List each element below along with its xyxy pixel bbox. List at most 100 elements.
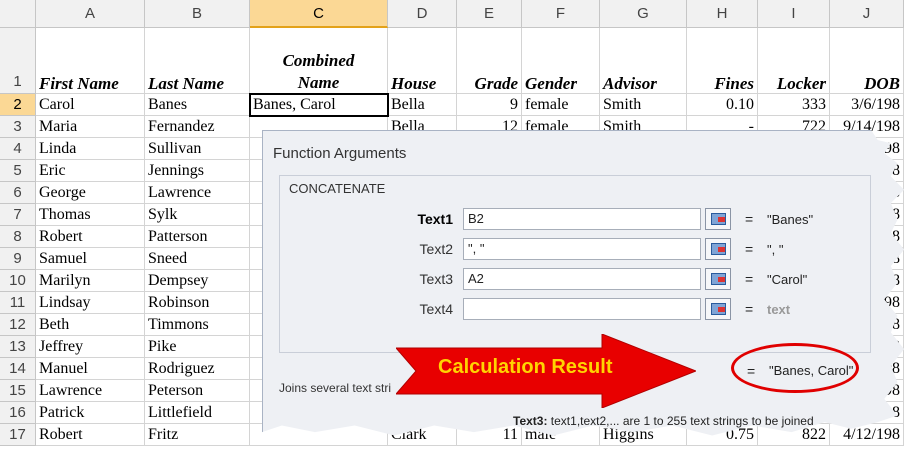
- row-header-10[interactable]: 10: [0, 270, 36, 292]
- cell-a10[interactable]: Marilyn: [36, 270, 145, 292]
- text4-label: Text4: [419, 301, 453, 317]
- cell-a14[interactable]: Manuel: [36, 358, 145, 380]
- cell-a7[interactable]: Thomas: [36, 204, 145, 226]
- text2-input[interactable]: ", ": [463, 238, 701, 260]
- cell-e2[interactable]: 9: [457, 94, 522, 116]
- cell-b8[interactable]: Patterson: [145, 226, 250, 248]
- cell-a11[interactable]: Lindsay: [36, 292, 145, 314]
- cell-a4[interactable]: Linda: [36, 138, 145, 160]
- cell-j17[interactable]: 4/12/198: [830, 424, 904, 446]
- cell-b13[interactable]: Pike: [145, 336, 250, 358]
- cell-b7[interactable]: Sylk: [145, 204, 250, 226]
- cell-a3[interactable]: Maria: [36, 116, 145, 138]
- column-header-i[interactable]: I: [758, 0, 830, 28]
- row-header-11[interactable]: 11: [0, 292, 36, 314]
- header-cell[interactable]: Advisor: [600, 28, 687, 94]
- header-cell[interactable]: DOB: [830, 28, 904, 94]
- header-cell[interactable]: Grade: [457, 28, 522, 94]
- header-cell[interactable]: Last Name: [145, 28, 250, 94]
- column-header-e[interactable]: E: [457, 0, 522, 28]
- column-header-b[interactable]: B: [145, 0, 250, 28]
- collapse-dialog-icon[interactable]: [705, 298, 731, 320]
- row-header-16[interactable]: 16: [0, 402, 36, 424]
- cell-f2[interactable]: female: [522, 94, 600, 116]
- row-header-9[interactable]: 9: [0, 248, 36, 270]
- cell-a15[interactable]: Lawrence: [36, 380, 145, 402]
- column-header-f[interactable]: F: [522, 0, 600, 28]
- column-header-g[interactable]: G: [600, 0, 687, 28]
- cell-b4[interactable]: Sullivan: [145, 138, 250, 160]
- cell-a12[interactable]: Beth: [36, 314, 145, 336]
- row-header-3[interactable]: 3: [0, 116, 36, 138]
- cell-a9[interactable]: Samuel: [36, 248, 145, 270]
- combined-name-header-line1: Combined: [282, 51, 355, 70]
- equals-sign: =: [745, 271, 754, 287]
- row-header-14[interactable]: 14: [0, 358, 36, 380]
- header-cell[interactable]: Gender: [522, 28, 600, 94]
- row-header-8[interactable]: 8: [0, 226, 36, 248]
- calculation-result-label: Calculation Result: [438, 356, 613, 378]
- row-header-4[interactable]: 4: [0, 138, 36, 160]
- cell-b3[interactable]: Fernandez: [145, 116, 250, 138]
- active-cell-selection: [249, 93, 389, 117]
- result-equals-sign: =: [747, 363, 756, 379]
- select-all-corner[interactable]: [0, 0, 36, 28]
- row-header-5[interactable]: 5: [0, 160, 36, 182]
- row-header-12[interactable]: 12: [0, 314, 36, 336]
- row-header-17[interactable]: 17: [0, 424, 36, 446]
- header-cell[interactable]: Locker: [758, 28, 830, 94]
- text4-input[interactable]: [463, 298, 701, 320]
- column-header-d[interactable]: D: [388, 0, 457, 28]
- cell-b9[interactable]: Sneed: [145, 248, 250, 270]
- row-header-7[interactable]: 7: [0, 204, 36, 226]
- header-first-name: First Name: [39, 74, 119, 93]
- collapse-dialog-icon[interactable]: [705, 208, 731, 230]
- cell-b15[interactable]: Peterson: [145, 380, 250, 402]
- cell-a16[interactable]: Patrick: [36, 402, 145, 424]
- cell-a17[interactable]: Robert: [36, 424, 145, 446]
- cell-h2[interactable]: 0.10: [687, 94, 758, 116]
- cell-a13[interactable]: Jeffrey: [36, 336, 145, 358]
- equals-sign: =: [745, 211, 754, 227]
- cell-b12[interactable]: Timmons: [145, 314, 250, 336]
- cell-a5[interactable]: Eric: [36, 160, 145, 182]
- text1-input[interactable]: B2: [463, 208, 701, 230]
- column-header-h[interactable]: H: [687, 0, 758, 28]
- cell-b11[interactable]: Robinson: [145, 292, 250, 314]
- text2-result: ", ": [767, 242, 784, 257]
- header-cell[interactable]: Combined Name: [250, 28, 388, 94]
- function-description: Joins several text stri: [279, 381, 392, 395]
- header-cell[interactable]: House: [388, 28, 457, 94]
- cell-a8[interactable]: Robert: [36, 226, 145, 248]
- row-header-1[interactable]: 1: [0, 28, 36, 94]
- row-header-6[interactable]: 6: [0, 182, 36, 204]
- function-arguments-dialog: Function Arguments CONCATENATE Text1 B2 …: [262, 130, 904, 436]
- column-header-c[interactable]: C: [250, 0, 388, 28]
- cell-b6[interactable]: Lawrence: [145, 182, 250, 204]
- cell-g2[interactable]: Smith: [600, 94, 687, 116]
- cell-j2[interactable]: 3/6/198: [830, 94, 904, 116]
- row-header-2[interactable]: 2: [0, 94, 36, 116]
- cell-b2[interactable]: Banes: [145, 94, 250, 116]
- cell-b17[interactable]: Fritz: [145, 424, 250, 446]
- cell-i2[interactable]: 333: [758, 94, 830, 116]
- row-header-15[interactable]: 15: [0, 380, 36, 402]
- cell-b16[interactable]: Littlefield: [145, 402, 250, 424]
- header-last-name: Last Name: [148, 74, 225, 93]
- cell-a6[interactable]: George: [36, 182, 145, 204]
- cell-b14[interactable]: Rodriguez: [145, 358, 250, 380]
- cell-d2[interactable]: Bella: [388, 94, 457, 116]
- column-header-a[interactable]: A: [36, 0, 145, 28]
- cell-b10[interactable]: Dempsey: [145, 270, 250, 292]
- text1-result: "Banes": [767, 212, 814, 227]
- collapse-dialog-icon[interactable]: [705, 238, 731, 260]
- cell-a2[interactable]: Carol: [36, 94, 145, 116]
- column-header-j[interactable]: J: [830, 0, 904, 28]
- text3-input[interactable]: A2: [463, 268, 701, 290]
- cell-b5[interactable]: Jennings: [145, 160, 250, 182]
- header-cell[interactable]: First Name: [36, 28, 145, 94]
- collapse-dialog-icon[interactable]: [705, 268, 731, 290]
- row-header-13[interactable]: 13: [0, 336, 36, 358]
- header-advisor: Advisor: [603, 74, 657, 93]
- header-cell[interactable]: Fines: [687, 28, 758, 94]
